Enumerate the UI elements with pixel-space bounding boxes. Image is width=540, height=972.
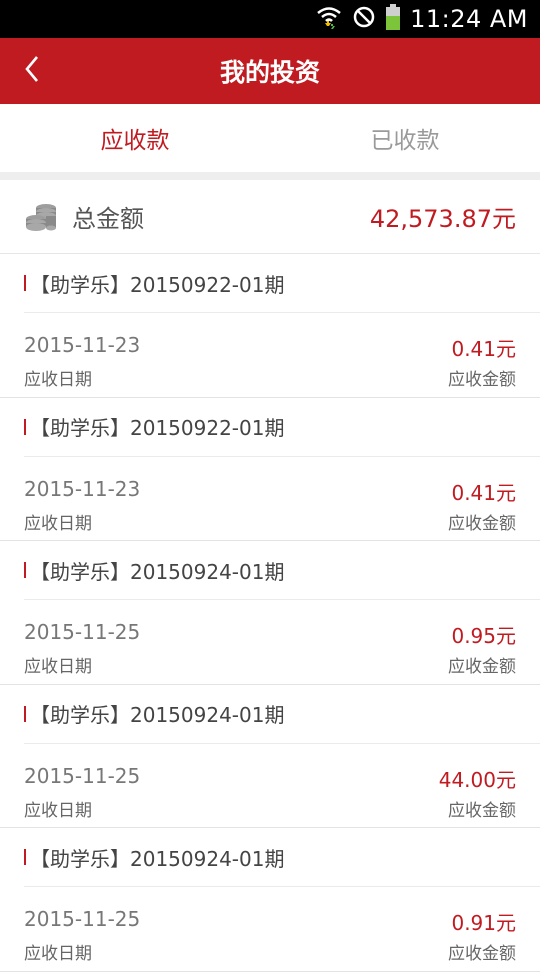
- due-date-label: 应收日期: [24, 944, 92, 964]
- due-amount-label: 应收金额: [448, 944, 516, 964]
- battery-icon: [386, 4, 401, 34]
- product-name: 【助学乐】20150922-01期: [30, 272, 285, 297]
- due-date: 2015-11-23: [24, 333, 141, 357]
- due-amount: 0.91元: [451, 911, 516, 935]
- wifi-icon: [316, 4, 342, 34]
- chevron-left-icon: [24, 55, 40, 87]
- item-details: 2015-11-23 应收日期 0.41元 应收金额: [24, 313, 516, 396]
- due-date: 2015-11-25: [24, 907, 141, 931]
- item-details: 2015-11-25 应收日期 44.00元 应收金额: [24, 744, 516, 827]
- item-header: 【助学乐】20150924-01期: [24, 541, 540, 600]
- accent-marker: [24, 562, 26, 578]
- app-header: 我的投资: [0, 38, 540, 104]
- tab-received[interactable]: 已收款: [270, 104, 540, 172]
- receivable-list: 【助学乐】20150922-01期 2015-11-23 应收日期 0.41元 …: [0, 254, 540, 972]
- due-date: 2015-11-25: [24, 620, 141, 644]
- item-details: 2015-11-25 应收日期 0.91元 应收金额: [24, 887, 516, 970]
- list-item[interactable]: 【助学乐】20150922-01期 2015-11-23 应收日期 0.41元 …: [0, 254, 540, 398]
- list-item[interactable]: 【助学乐】20150924-01期 2015-11-25 应收日期 0.95元 …: [0, 541, 540, 685]
- accent-marker: [24, 275, 26, 291]
- page-title: 我的投资: [219, 58, 320, 87]
- list-item[interactable]: 【助学乐】20150924-01期 2015-11-25 应收日期 44.00元…: [0, 685, 540, 828]
- item-header: 【助学乐】20150924-01期: [24, 685, 540, 744]
- due-amount-label: 应收金额: [448, 800, 516, 821]
- status-bar: 11:24 AM: [0, 0, 540, 38]
- accent-marker: [24, 418, 26, 435]
- item-header: 【助学乐】20150922-01期: [24, 398, 540, 457]
- do-not-disturb-icon: [352, 5, 376, 33]
- status-icons: 11:24 AM: [316, 4, 528, 34]
- total-amount: 42,573.87元: [369, 205, 516, 233]
- list-item[interactable]: 【助学乐】20150922-01期 2015-11-23 应收日期 0.41元 …: [0, 398, 540, 541]
- total-label: 总金额: [72, 205, 144, 233]
- coins-icon: [24, 199, 60, 235]
- due-amount-label: 应收金额: [448, 370, 516, 390]
- due-amount: 0.95元: [451, 624, 516, 648]
- due-amount: 0.41元: [451, 480, 516, 505]
- due-date-label: 应收日期: [24, 800, 92, 821]
- product-name: 【助学乐】20150924-01期: [30, 559, 285, 584]
- status-time: 11:24 AM: [410, 5, 528, 33]
- product-name: 【助学乐】20150924-01期: [30, 846, 285, 871]
- item-header: 【助学乐】20150924-01期: [24, 828, 540, 887]
- product-name: 【助学乐】20150922-01期: [30, 416, 285, 440]
- item-details: 2015-11-25 应收日期 0.95元 应收金额: [24, 600, 516, 683]
- item-header: 【助学乐】20150922-01期: [24, 254, 540, 313]
- due-date-label: 应收日期: [24, 370, 92, 390]
- accent-marker: [24, 705, 26, 722]
- back-button[interactable]: [12, 38, 52, 104]
- due-amount-label: 应收金额: [448, 513, 516, 534]
- list-item[interactable]: 【助学乐】20150924-01期 2015-11-25 应收日期 0.91元 …: [0, 828, 540, 972]
- due-date-label: 应收日期: [24, 513, 92, 534]
- product-name: 【助学乐】20150924-01期: [30, 703, 285, 727]
- accent-marker: [24, 849, 26, 865]
- due-amount: 44.00元: [438, 767, 516, 792]
- due-date: 2015-11-23: [24, 476, 141, 501]
- due-amount-label: 应收金额: [448, 657, 516, 677]
- item-details: 2015-11-23 应收日期 0.41元 应收金额: [24, 457, 516, 540]
- tab-receivable[interactable]: 应收款: [0, 104, 270, 172]
- total-summary: 总金额 42,573.87元: [0, 180, 540, 254]
- tab-bar: 应收款 已收款: [0, 104, 540, 172]
- due-date: 2015-11-25: [24, 763, 141, 788]
- due-amount: 0.41元: [451, 337, 516, 361]
- section-divider: [0, 172, 540, 180]
- due-date-label: 应收日期: [24, 657, 92, 677]
